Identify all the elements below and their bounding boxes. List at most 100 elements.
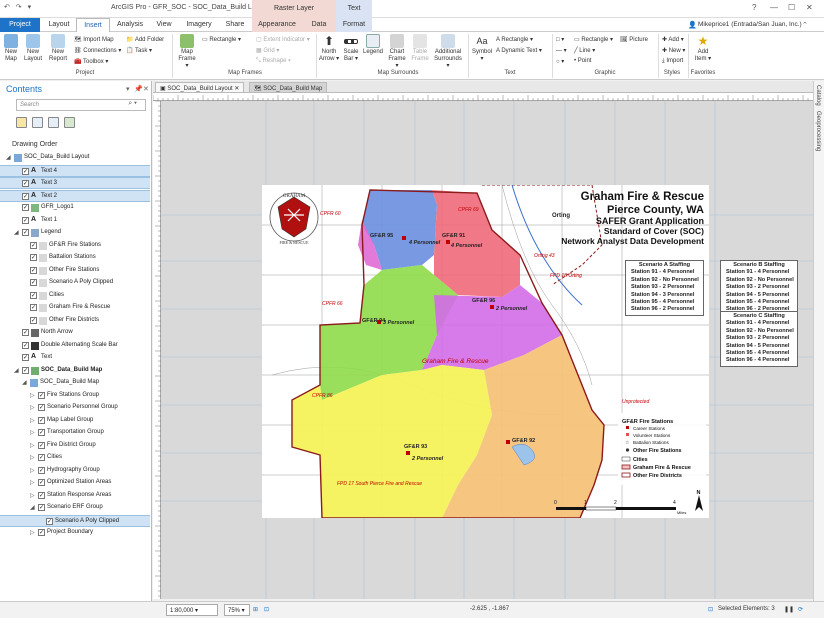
visibility-checkbox[interactable]: ✓ — [22, 366, 29, 374]
connections-button[interactable]: ⛓ Connections ▾ — [74, 47, 121, 54]
expander-icon[interactable]: ▷ — [30, 429, 35, 436]
visibility-checkbox[interactable]: ✓ — [22, 341, 29, 349]
visibility-checkbox[interactable]: ✓ — [22, 167, 29, 175]
visibility-checkbox[interactable]: ✓ — [38, 529, 45, 536]
expander-icon[interactable]: ▷ — [30, 404, 35, 411]
visibility-checkbox[interactable]: ✓ — [22, 192, 29, 200]
graphic-line-swatch[interactable]: — ▾ — [556, 47, 567, 54]
tree-row[interactable]: ✓ A Text — [0, 352, 150, 364]
catalog-tab[interactable]: Catalog — [815, 85, 821, 106]
tree-row[interactable]: ▷ ✓ Project Boundary — [0, 527, 150, 539]
expander-icon[interactable]: ◢ — [6, 154, 11, 161]
pane-options-icon[interactable]: ▾ — [126, 85, 130, 93]
graphic-rectangle-button[interactable]: ▭ Rectangle ▾ — [574, 36, 613, 43]
tree-row[interactable]: ◢ ✓ SOC_Data_Build Map — [0, 365, 150, 377]
expander-icon[interactable]: ◢ — [22, 379, 27, 386]
tab-view[interactable]: View — [150, 18, 178, 32]
help-icon[interactable]: ? — [752, 3, 756, 12]
pin-icon[interactable]: 📌 — [134, 85, 143, 93]
tab-analysis[interactable]: Analysis — [112, 18, 148, 32]
visibility-checkbox[interactable]: ✓ — [22, 354, 29, 361]
doc-tab-layout[interactable]: ▣ SOC_Data_Build Layout ✕ — [155, 82, 245, 93]
tree-row[interactable]: ✓ A Text 1 — [0, 215, 150, 227]
page-fit-icon[interactable]: ⊡ — [264, 606, 269, 613]
tree-row[interactable]: ✓ Other Fire Stations — [0, 265, 150, 277]
expander-icon[interactable]: ◢ — [14, 367, 19, 374]
graphic-point-swatch[interactable]: ○ ▾ — [556, 58, 564, 65]
tab-share[interactable]: Share — [220, 18, 250, 32]
expander-icon[interactable]: ◢ — [30, 504, 35, 511]
add-style-button[interactable]: ✚ Add ▾ — [662, 36, 684, 43]
visibility-checkbox[interactable]: ✓ — [22, 229, 29, 236]
visibility-checkbox[interactable]: ✓ — [22, 204, 29, 211]
tree-row[interactable]: ✓ GFR_Logo1 — [0, 202, 150, 214]
tab-appearance[interactable]: Appearance — [252, 18, 302, 32]
import-style-button[interactable]: ⤓ Import — [662, 58, 683, 65]
tree-row[interactable]: ✓ A Text 2 — [0, 189, 150, 202]
tree-row[interactable]: ✓ GF&R Fire Stations — [0, 240, 150, 252]
expander-icon[interactable]: ▷ — [30, 392, 35, 399]
visibility-checkbox[interactable]: ✓ — [38, 429, 45, 436]
visibility-checkbox[interactable]: ✓ — [38, 441, 45, 449]
tree-row[interactable]: ✓ Other Fire Districts — [0, 315, 150, 327]
expander-icon[interactable]: ▷ — [30, 467, 35, 474]
tree-row[interactable]: ◢ ✓ Scenario ERF Group — [0, 502, 150, 514]
tree-row[interactable]: ◢ SOC_Data_Build Layout — [0, 152, 150, 164]
tree-row[interactable]: ✓ Scenario A Poly Clipped — [0, 514, 150, 527]
expander-icon[interactable]: ▷ — [30, 454, 35, 461]
tab-imagery[interactable]: Imagery — [180, 18, 218, 32]
list-view-icon[interactable] — [32, 117, 43, 128]
visibility-checkbox[interactable]: ✓ — [30, 254, 37, 261]
visibility-checkbox[interactable]: ✓ — [38, 404, 45, 411]
minimize-icon[interactable]: — — [770, 3, 778, 12]
new-layout-button[interactable]: New Layout — [22, 34, 44, 63]
close-pane-icon[interactable]: ✕ — [143, 85, 149, 93]
tab-project[interactable]: Project — [0, 18, 40, 32]
tree-row[interactable]: ✓ A Text 3 — [0, 177, 150, 189]
expander-icon[interactable]: ▷ — [30, 492, 35, 499]
new-report-button[interactable]: New Report — [46, 34, 70, 63]
expander-icon[interactable]: ▷ — [30, 417, 35, 424]
scenario-a-staffing[interactable]: Scenario A Staffing Station 91 - 4 Perso… — [625, 260, 704, 316]
expander-icon[interactable]: ▷ — [30, 442, 35, 449]
toolbox-button[interactable]: 🧰 Toolbox ▾ — [74, 58, 108, 65]
tree-row[interactable]: ◢ ✓ Legend — [0, 227, 150, 239]
refresh-icon[interactable]: ⟳ — [798, 606, 803, 613]
pause-icon[interactable]: ❚❚ — [784, 606, 794, 613]
visibility-checkbox[interactable]: ✓ — [30, 316, 37, 324]
scale-bar-button[interactable]: Scale Bar ▾ — [342, 34, 360, 63]
expander-icon[interactable]: ▷ — [30, 479, 35, 486]
visibility-checkbox[interactable]: ✓ — [38, 466, 45, 474]
tree-row[interactable]: ◢ SOC_Data_Build Map — [0, 377, 150, 389]
tree-row[interactable]: ▷ ✓ Optimized Station Areas — [0, 477, 150, 489]
point-button[interactable]: • Point — [574, 58, 591, 64]
visibility-checkbox[interactable]: ✓ — [38, 491, 45, 499]
tab-layout[interactable]: Layout — [42, 18, 76, 32]
map-frame-button[interactable]: Map Frame ▾ — [176, 34, 198, 70]
map-view-icon[interactable] — [64, 117, 75, 128]
tree-row[interactable]: ✓ Graham Fire & Rescue — [0, 302, 150, 314]
map-frame[interactable]: GF&R 95 4 Personnel GF&R 91 4 Personnel … — [262, 185, 709, 518]
search-input[interactable]: Search — [16, 99, 146, 111]
picture-button[interactable]: 🖼 Picture — [620, 36, 648, 43]
import-map-button[interactable]: 🗺 Import Map — [74, 36, 114, 43]
chart-frame-button[interactable]: Chart Frame ▾ — [386, 34, 408, 70]
add-folder-button[interactable]: 📁 Add Folder — [126, 36, 164, 43]
north-arrow-button[interactable]: ⬆ North Arrow ▾ — [318, 34, 340, 63]
geoprocessing-tab[interactable]: Geoprocessing — [815, 111, 821, 151]
additional-surrounds-button[interactable]: Additional Surrounds ▾ — [432, 34, 464, 70]
tree-row[interactable]: ✓ A Text 4 — [0, 164, 150, 177]
tree-row[interactable]: ▷ ✓ Cities — [0, 452, 150, 464]
expander-icon[interactable]: ▷ — [30, 529, 35, 536]
tree-row[interactable]: ▷ ✓ Map Label Group — [0, 415, 150, 427]
map-scale-dropdown[interactable]: 1:80,000 ▾ — [166, 604, 218, 616]
tab-insert[interactable]: Insert — [76, 18, 110, 32]
search-icon[interactable]: ⌕ ▾ — [128, 100, 137, 108]
visibility-checkbox[interactable]: ✓ — [38, 479, 45, 486]
quick-access-toolbar[interactable]: ↶ ↷ ▾ — [4, 3, 33, 11]
tree-row[interactable]: ✓ Double Alternating Scale Bar — [0, 340, 150, 352]
new-style-button[interactable]: ✚ New ▾ — [662, 47, 685, 54]
tree-row[interactable]: ▷ ✓ Hydrography Group — [0, 465, 150, 477]
new-map-button[interactable]: New Map — [2, 34, 20, 63]
graphic-fill-swatch[interactable]: □ ▾ — [556, 36, 564, 43]
